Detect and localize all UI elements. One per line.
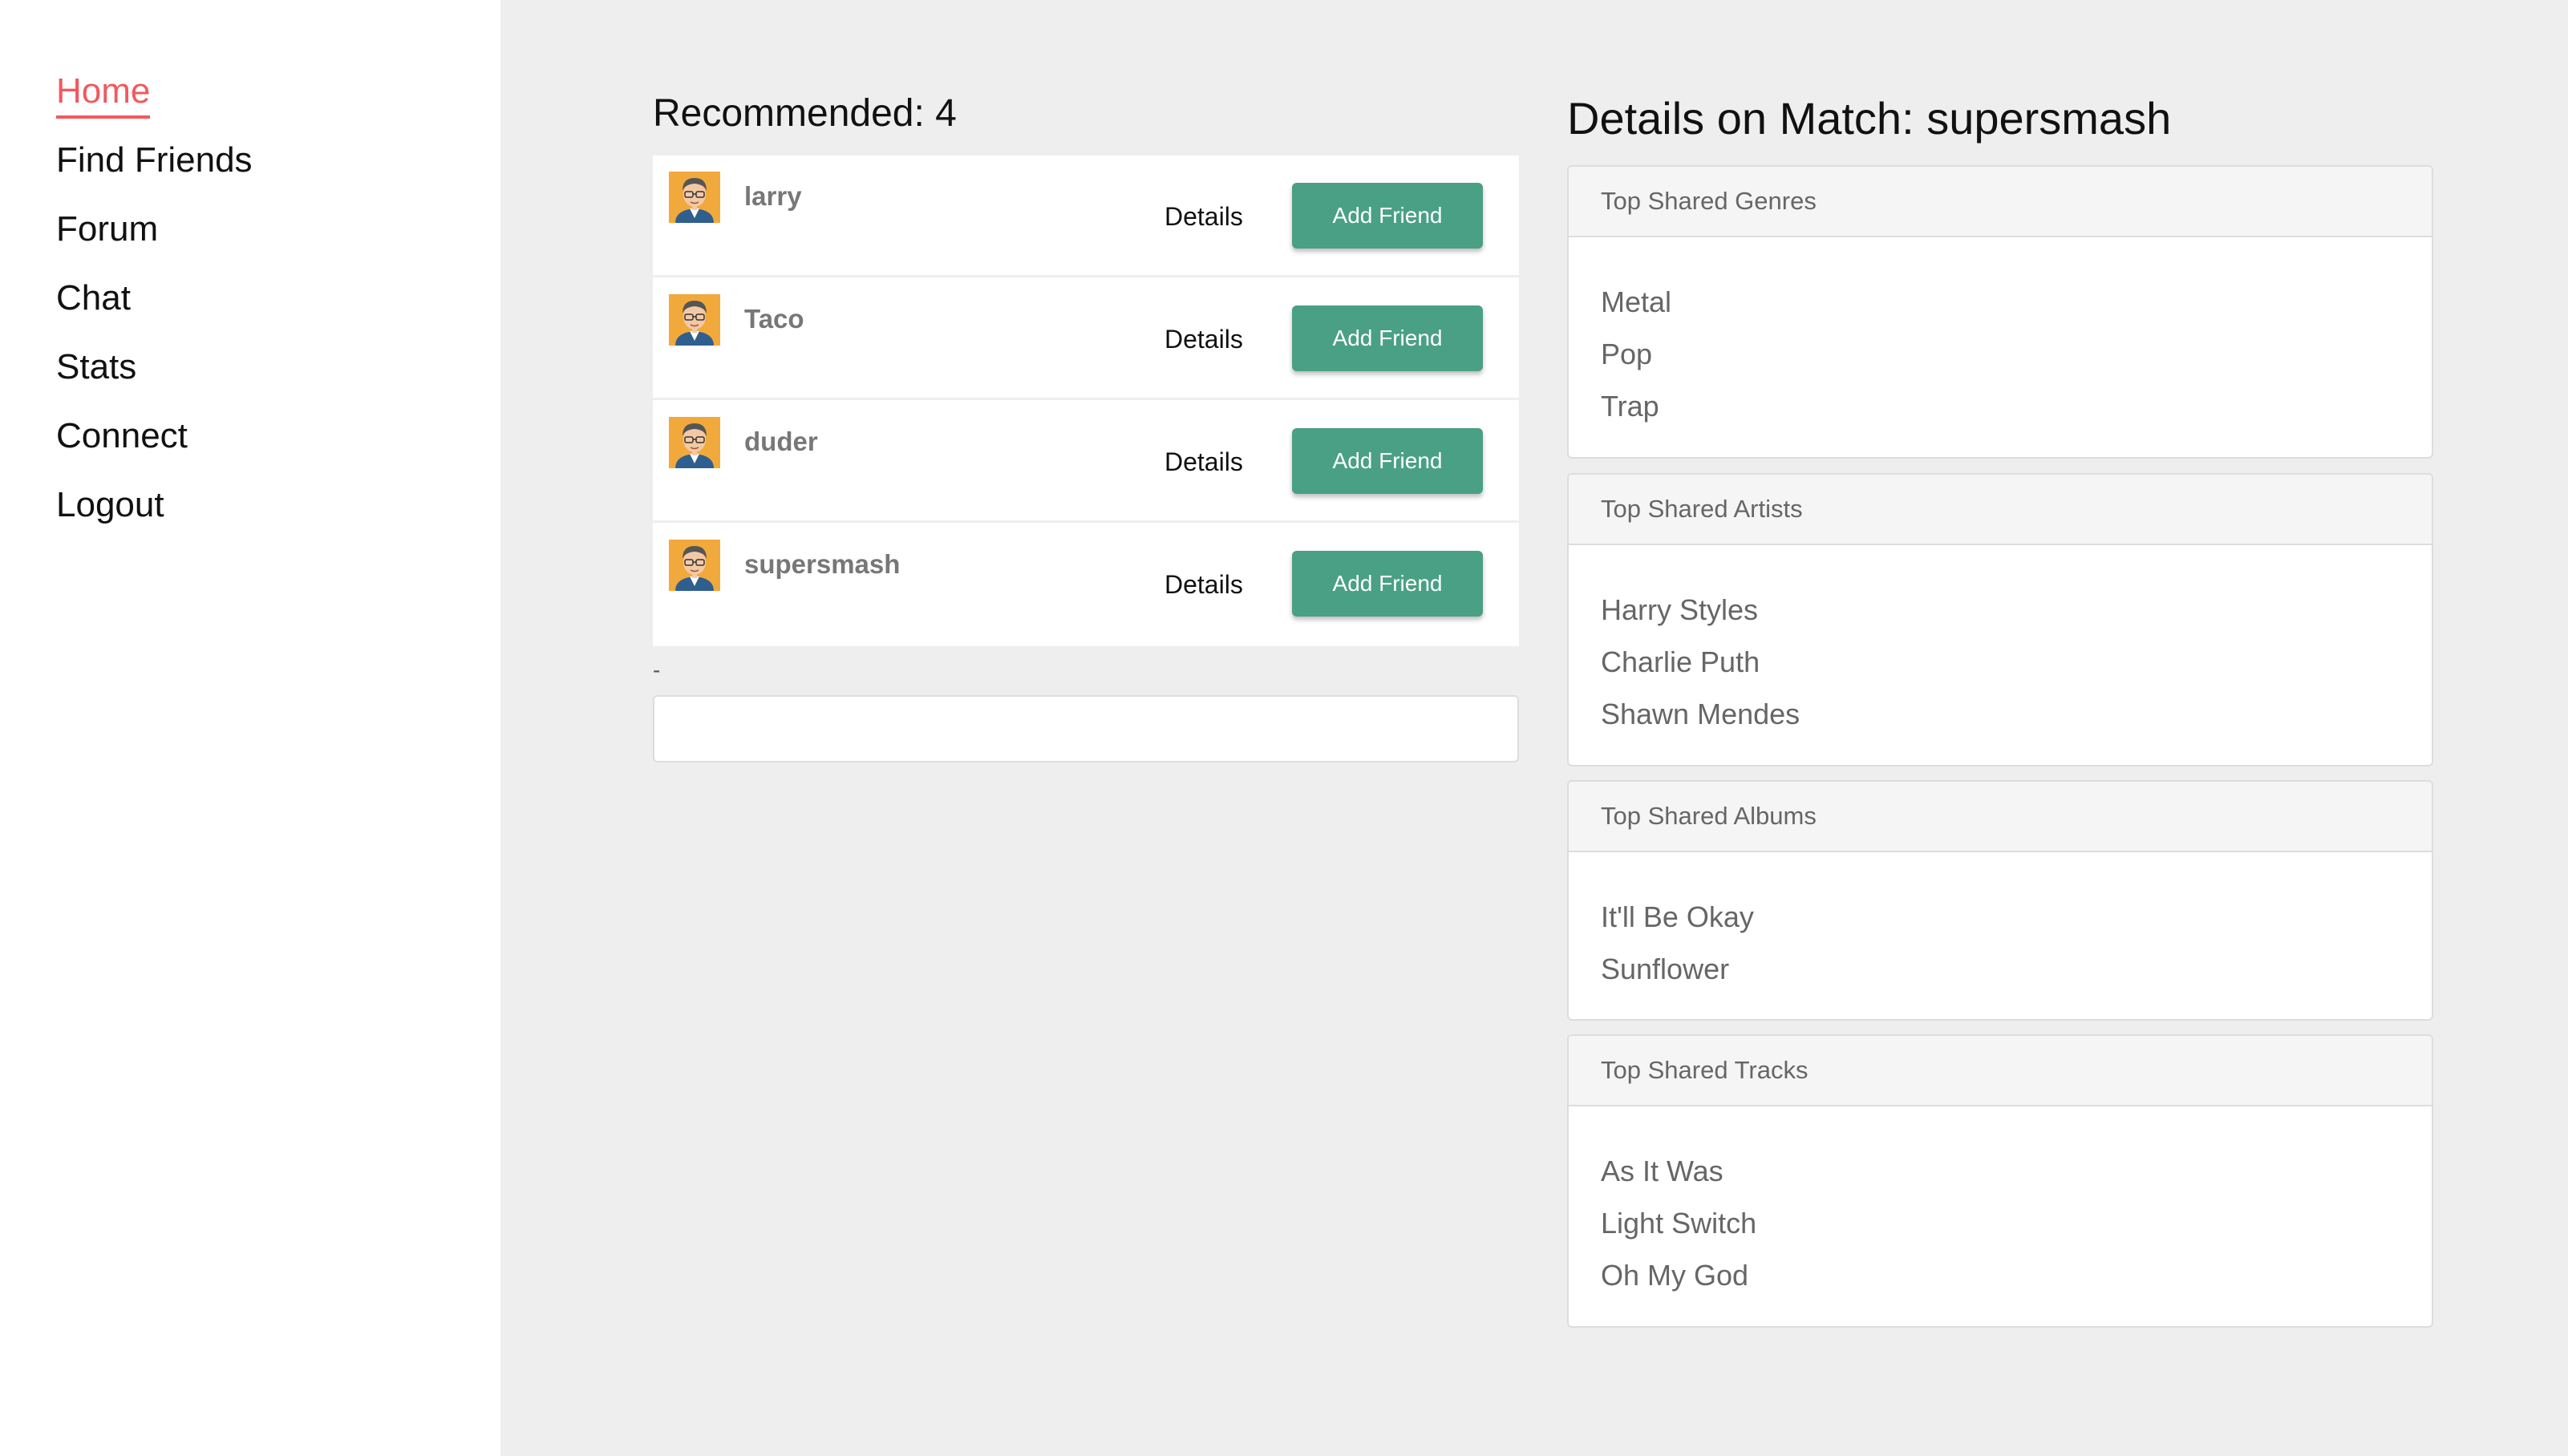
username: Taco (744, 304, 804, 334)
track-item: Oh My God (1601, 1259, 1749, 1292)
details-link[interactable]: Details (1165, 449, 1243, 475)
separator-dash: - (653, 657, 661, 682)
genre-item: Trap (1601, 390, 1659, 423)
artist-item: Charlie Puth (1601, 645, 1760, 678)
recommended-title: Recommended: 4 (653, 92, 957, 135)
genre-item: Pop (1601, 338, 1653, 370)
add-friend-button[interactable]: Add Friend (1292, 183, 1483, 249)
panel-heading: Top Shared Albums (1569, 782, 2432, 852)
username: larry (744, 181, 802, 211)
artist-item: Harry Styles (1601, 593, 1759, 626)
panel-top-genres: Top Shared Genres Metal Pop Trap (1567, 165, 2433, 459)
recommended-row: larry Details Add Friend (653, 156, 1519, 277)
user-avatar-icon (669, 540, 720, 591)
nav-item-chat[interactable]: Chat (56, 281, 131, 316)
nav-item-home[interactable]: Home (56, 74, 151, 119)
empty-panel (653, 695, 1519, 762)
panel-top-artists: Top Shared Artists Harry Styles Charlie … (1567, 473, 2433, 766)
username: supersmash (744, 549, 901, 579)
album-item: Sunflower (1601, 952, 1730, 985)
recommended-row: supersmash Details Add Friend (653, 524, 1519, 645)
details-link[interactable]: Details (1165, 326, 1243, 352)
panel-top-tracks: Top Shared Tracks As It Was Light Switch… (1567, 1034, 2433, 1328)
track-item: As It Was (1601, 1155, 1723, 1187)
recommended-row: duder Details Add Friend (653, 401, 1519, 523)
panel-heading: Top Shared Tracks (1569, 1036, 2432, 1106)
add-friend-button[interactable]: Add Friend (1292, 428, 1483, 494)
artist-item: Shawn Mendes (1601, 698, 1800, 730)
username: duder (744, 427, 818, 456)
nav-item-connect[interactable]: Connect (56, 419, 188, 454)
recommended-row: Taco Details Add Friend (653, 278, 1519, 400)
nav-item-stats[interactable]: Stats (56, 350, 136, 385)
panel-top-albums: Top Shared Albums It'll Be Okay Sunflowe… (1567, 780, 2433, 1021)
user-avatar-icon (669, 294, 720, 346)
sidebar-nav: Home Find Friends Forum Chat Stats Conne… (0, 0, 500, 1456)
panel-heading: Top Shared Artists (1569, 475, 2432, 545)
nav-item-forum[interactable]: Forum (56, 212, 158, 247)
match-details-title: Details on Match: supersmash (1567, 93, 2172, 144)
nav-item-find-friends[interactable]: Find Friends (56, 143, 253, 178)
track-item: Light Switch (1601, 1207, 1757, 1240)
details-link[interactable]: Details (1165, 204, 1243, 229)
details-link[interactable]: Details (1165, 572, 1243, 597)
user-avatar-icon (669, 172, 720, 223)
album-item: It'll Be Okay (1601, 900, 1754, 933)
recommended-list: larry Details Add Friend Taco Details Ad… (653, 156, 1519, 646)
user-avatar-icon (669, 417, 720, 468)
nav-item-logout[interactable]: Logout (56, 487, 164, 523)
panel-heading: Top Shared Genres (1569, 167, 2432, 237)
add-friend-button[interactable]: Add Friend (1292, 305, 1483, 371)
genre-item: Metal (1601, 285, 1672, 318)
add-friend-button[interactable]: Add Friend (1292, 551, 1483, 617)
